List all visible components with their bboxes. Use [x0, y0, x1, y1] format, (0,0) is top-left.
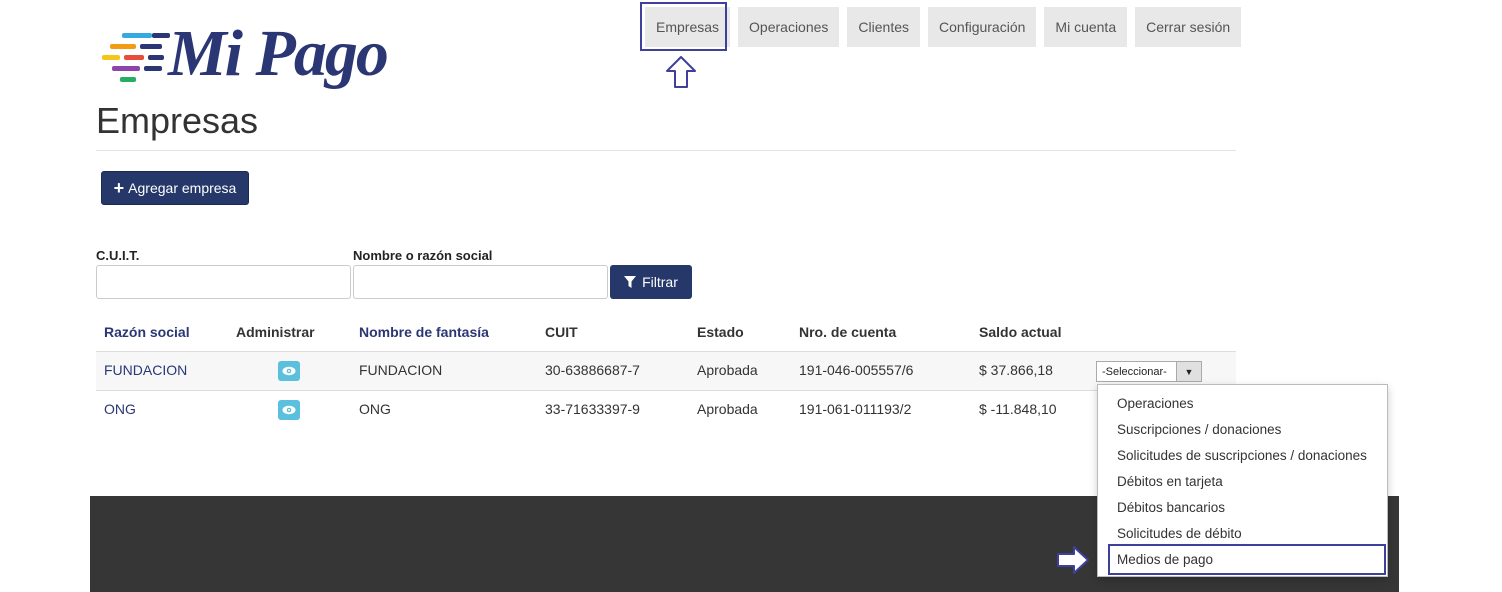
cell-nro-cuenta: 191-061-011193/2	[799, 401, 912, 417]
logo-text: Mi Pago	[168, 17, 389, 90]
cell-nombre-fantasia: FUNDACION	[359, 362, 443, 378]
main-nav: Empresas Operaciones Clientes Configurac…	[645, 7, 1242, 47]
cuit-filter-input[interactable]	[96, 265, 351, 299]
cuit-filter-label: C.U.I.T.	[96, 248, 140, 263]
nav-operaciones[interactable]: Operaciones	[738, 7, 840, 47]
funnel-icon	[624, 276, 637, 288]
cell-estado: Aprobada	[697, 401, 758, 417]
eye-icon[interactable]	[278, 400, 300, 420]
col-header-nro-cuenta: Nro. de cuenta	[799, 324, 897, 340]
row-divider	[96, 390, 1236, 391]
menu-item-suscripciones[interactable]: Suscripciones / donaciones	[1098, 417, 1387, 443]
nav-configuracion[interactable]: Configuración	[928, 7, 1037, 47]
col-header-estado: Estado	[697, 324, 744, 340]
menu-item-operaciones[interactable]: Operaciones	[1098, 391, 1387, 417]
brand-logo[interactable]: Mi Pago	[100, 17, 400, 98]
add-company-label: Agregar empresa	[128, 180, 237, 196]
filter-button-label: Filtrar	[642, 274, 678, 290]
menu-item-solicitudes-suscripciones[interactable]: Solicitudes de suscripciones / donacione…	[1098, 443, 1387, 469]
col-header-razon-social[interactable]: Razón social	[104, 324, 190, 340]
nav-highlight-box	[640, 2, 727, 51]
arrow-right-icon	[1057, 546, 1089, 574]
col-header-cuit: CUIT	[545, 324, 578, 340]
menu-item-debitos-bancarios[interactable]: Débitos bancarios	[1098, 495, 1387, 521]
col-header-saldo: Saldo actual	[979, 324, 1062, 340]
cell-nombre-fantasia: ONG	[359, 401, 391, 417]
filter-button[interactable]: Filtrar	[610, 265, 692, 299]
nav-cerrar-sesion[interactable]: Cerrar sesión	[1135, 7, 1242, 47]
name-filter-input[interactable]	[353, 265, 608, 299]
action-select[interactable]: -Seleccionar- ▼	[1096, 361, 1202, 382]
table-row-highlight	[96, 352, 1236, 390]
nav-clientes[interactable]: Clientes	[847, 7, 921, 47]
title-divider	[96, 150, 1236, 151]
nav-mi-cuenta[interactable]: Mi cuenta	[1044, 7, 1128, 47]
plus-icon: +	[113, 177, 125, 198]
col-header-administrar: Administrar	[236, 324, 315, 340]
menu-highlight-box	[1108, 544, 1386, 575]
cell-cuit: 33-71633397-9	[545, 401, 640, 417]
chevron-down-icon: ▼	[1176, 362, 1201, 381]
action-select-value: -Seleccionar-	[1102, 365, 1167, 378]
col-header-nombre-fantasia[interactable]: Nombre de fantasía	[359, 324, 489, 340]
cell-razon-social[interactable]: FUNDACION	[104, 362, 187, 378]
add-company-button[interactable]: + Agregar empresa	[101, 171, 249, 205]
cell-razon-social[interactable]: ONG	[104, 401, 136, 417]
menu-item-debitos-tarjeta[interactable]: Débitos en tarjeta	[1098, 469, 1387, 495]
cell-saldo: $ -11.848,10	[979, 401, 1057, 417]
cell-nro-cuenta: 191-046-005557/6	[799, 362, 914, 378]
page-title: Empresas	[96, 100, 259, 141]
arrow-up-icon	[666, 56, 696, 88]
eye-icon[interactable]	[278, 361, 300, 381]
cell-estado: Aprobada	[697, 362, 758, 378]
name-filter-label: Nombre o razón social	[353, 248, 493, 263]
cell-saldo: $ 37.866,18	[979, 362, 1053, 378]
cell-cuit: 30-63886687-7	[545, 362, 640, 378]
